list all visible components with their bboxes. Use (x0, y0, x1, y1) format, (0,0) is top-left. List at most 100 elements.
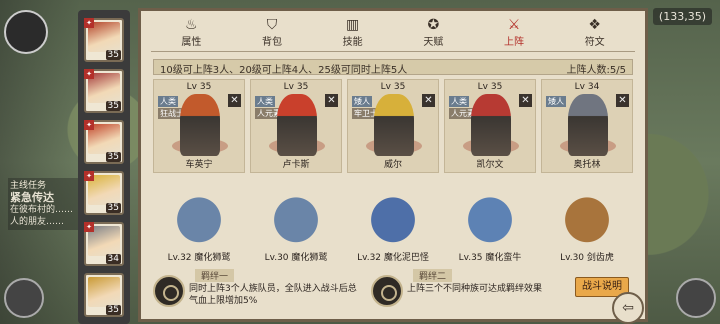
lineup-panel: ♨ 属性 ⛉ 背包 ▥ 技能 ✪ 天赋 ⚔ 上阵 ❖ 符文 10级可上阵3人、20级可上阵4人、25级… (138, 8, 648, 322)
lineup-rule-text: 10级可上阵3人、20级可上阵4人、25级可同时上阵5人 (160, 65, 408, 76)
pet-name: Lv.35 魔化蛮牛 (458, 253, 522, 263)
bond-one[interactable]: 羁绊一 同时上阵3个人族队员，全队进入战斗后总气血上限增加5% (153, 269, 363, 315)
remove-icon[interactable]: ✕ (519, 94, 532, 107)
race-badge: 人类 (255, 96, 275, 107)
bond-desc: 上阵三个不同种族可达成羁绊效果 (407, 284, 543, 294)
hero-slots: Lv 35 人类 狂战士 ✕ 车英宁 Lv 35 人类 人元素 ✕ 卢卡斯 Lv 35 矮人 牢卫士 ✕ 威… (153, 79, 633, 173)
roster-hero[interactable]: 35 ✦ (84, 18, 124, 62)
pet-name: Lv.30 剑齿虎 (560, 253, 614, 263)
slot-level: Lv 35 (477, 82, 503, 92)
pet-figure (165, 185, 233, 243)
hero-name: 凯尔文 (476, 160, 504, 170)
hero-figure (374, 94, 414, 156)
deployed-mark-icon: ✦ (84, 18, 94, 28)
hero-name: 威尔 (383, 160, 402, 170)
hero-slot[interactable]: Lv 35 人类 人元素 ✕ 卢卡斯 (250, 79, 342, 173)
pet-name: Lv.32 魔化泥巴怪 (357, 253, 429, 263)
hero-slot[interactable]: Lv 35 矮人 牢卫士 ✕ 威尔 (347, 79, 439, 173)
remove-icon[interactable]: ✕ (616, 94, 629, 107)
bond-desc: 同时上阵3个人族队员，全队进入战斗后总气血上限增加5% (189, 284, 357, 306)
bond-title: 羁绊二 (413, 269, 453, 282)
hero-level: 34 (105, 254, 121, 264)
chat-button[interactable] (4, 278, 44, 318)
pet-figure (553, 185, 621, 243)
hero-roster: 35 ✦ 35 ✦ 35 ✦ 35 ✦ 34 ✦ 35 (78, 10, 130, 324)
tab-1[interactable]: ⛉ 背包 (232, 15, 313, 49)
deployed-mark-icon: ✦ (84, 222, 94, 232)
roster-hero[interactable]: 35 ✦ (84, 171, 124, 215)
roster-hero[interactable]: 35 ✦ (84, 120, 124, 164)
pet-slot[interactable]: Lv.30 魔化狮鹫 (250, 181, 342, 265)
hero-figure (471, 94, 511, 156)
tab-label: 技能 (342, 37, 363, 48)
hero-portrait (88, 277, 120, 307)
flame-icon: ♨ (185, 17, 198, 33)
hero-level: 35 (105, 152, 121, 162)
rune-icon: ❖ (588, 17, 601, 33)
remove-icon[interactable]: ✕ (422, 94, 435, 107)
tab-5[interactable]: ❖ 符文 (554, 15, 635, 49)
tab-label: 背包 (262, 37, 282, 48)
slot-level: Lv 35 (186, 82, 212, 92)
hero-figure (568, 94, 608, 156)
tab-label: 属性 (181, 37, 202, 48)
tab-label: 上阵 (504, 37, 525, 48)
bond-emblem-icon (371, 275, 403, 307)
deployed-mark-icon: ✦ (84, 120, 94, 130)
roster-hero[interactable]: 34 ✦ (84, 222, 124, 266)
roster-hero[interactable]: 35 ✦ (84, 69, 124, 113)
tab-4[interactable]: ⚔ 上阵 (474, 15, 555, 49)
pet-figure (456, 185, 524, 243)
map-coordinates: (133,35) (652, 8, 712, 25)
book-icon: ▥ (346, 17, 360, 33)
swords-icon: ⚔ (507, 17, 521, 33)
remove-icon[interactable]: ✕ (325, 94, 338, 107)
hero-slot[interactable]: Lv 34 矮人 ✕ 奥托林 (541, 79, 633, 173)
hero-slot[interactable]: Lv 35 人类 人元素 ✕ 凯尔文 (444, 79, 536, 173)
pet-name: Lv.30 魔化狮鹫 (264, 253, 328, 263)
bond-title: 羁绊一 (195, 269, 235, 282)
race-badge: 矮人 (546, 96, 566, 107)
menu-button[interactable] (676, 278, 716, 318)
hero-level: 35 (105, 305, 121, 315)
lineup-info-bar: 10级可上阵3人、20级可上阵4人、25级可同时上阵5人 上阵人数:5/5 (153, 59, 633, 76)
bond-two[interactable]: 羁绊二 上阵三个不同种族可达成羁绊效果 (371, 269, 581, 315)
tab-3[interactable]: ✪ 天赋 (393, 15, 474, 49)
tab-2[interactable]: ▥ 技能 (312, 15, 393, 49)
remove-icon[interactable]: ✕ (228, 94, 241, 107)
hero-name: 卢卡斯 (282, 160, 310, 170)
tab-0[interactable]: ♨ 属性 (151, 15, 232, 49)
tab-divider (151, 51, 635, 52)
pet-figure (359, 185, 427, 243)
pet-slot[interactable]: Lv.30 剑齿虎 (541, 181, 633, 265)
slot-level: Lv 35 (380, 82, 406, 92)
slot-level: Lv 34 (574, 82, 600, 92)
quest-name: 紧急传达 (10, 191, 54, 204)
hero-slot[interactable]: Lv 35 人类 狂战士 ✕ 车英宁 (153, 79, 245, 173)
pet-slot[interactable]: Lv.32 魔化泥巴怪 (347, 181, 439, 265)
pet-slot[interactable]: Lv.32 魔化狮鹫 (153, 181, 245, 265)
player-avatar[interactable] (4, 10, 48, 54)
bond-emblem-icon (153, 275, 185, 307)
pet-name: Lv.32 魔化狮鹫 (167, 253, 231, 263)
star-icon: ✪ (427, 17, 440, 33)
hero-level: 35 (105, 50, 121, 60)
hero-name: 车英宁 (185, 160, 213, 170)
quest-desc: 在彼布村的……人的朋友…… (10, 205, 74, 227)
pet-figure (262, 185, 330, 243)
race-badge: 人类 (158, 96, 178, 107)
race-badge: 人类 (449, 96, 469, 107)
lineup-count: 上阵人数:5/5 (566, 65, 626, 76)
hero-level: 35 (105, 203, 121, 213)
pet-slot[interactable]: Lv.35 魔化蛮牛 (444, 181, 536, 265)
bag-icon: ⛉ (266, 17, 278, 33)
hero-name: 奥托林 (573, 160, 601, 170)
back-arrow-icon[interactable]: ⇦ (612, 292, 644, 324)
tab-bar: ♨ 属性 ⛉ 背包 ▥ 技能 ✪ 天赋 ⚔ 上阵 ❖ 符文 (151, 15, 635, 49)
hero-figure (180, 94, 220, 156)
hero-level: 35 (105, 101, 121, 111)
tab-label: 天赋 (423, 37, 444, 48)
quest-tracker[interactable]: 主线任务 紧急传达 在彼布村的……人的朋友…… (8, 178, 82, 230)
roster-hero[interactable]: 35 (84, 273, 124, 317)
slot-level: Lv 35 (283, 82, 309, 92)
